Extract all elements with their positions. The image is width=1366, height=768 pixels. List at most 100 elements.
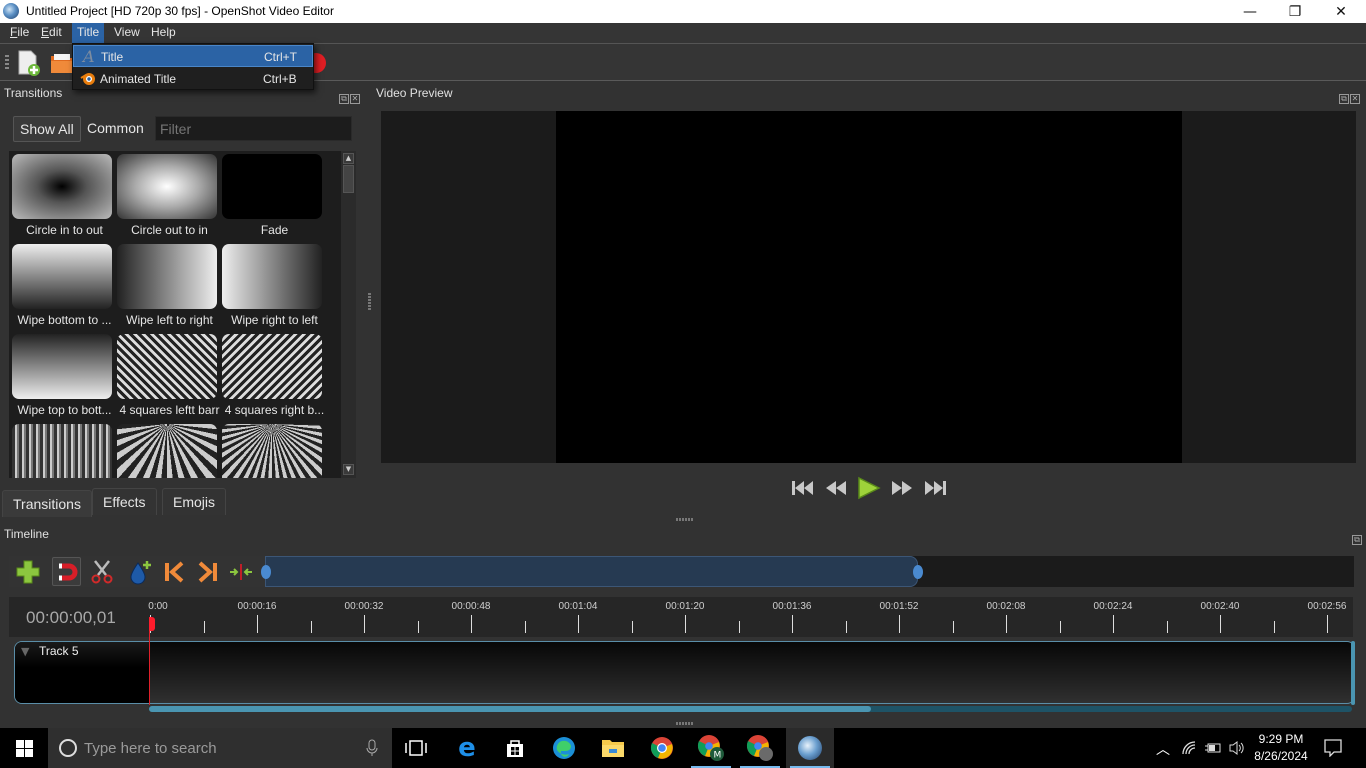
transition-item[interactable]: Circle out to in [117,154,219,237]
transition-item[interactable]: Circle in to out [12,154,114,237]
snap-magnet-icon [59,563,78,581]
minimize-button[interactable]: — [1227,0,1273,23]
snap-toggle-button[interactable] [52,557,81,586]
playhead-handle[interactable] [149,617,155,631]
zoom-range[interactable] [265,556,918,587]
tab-effects[interactable]: Effects [92,488,157,515]
center-playhead-icon[interactable] [228,559,254,585]
horizontal-splitter-handle[interactable] [676,518,694,521]
windows-start-icon[interactable] [16,740,33,757]
zoom-handle-left[interactable] [261,565,271,579]
openshot-icon[interactable] [786,728,834,768]
fast-forward-icon[interactable] [888,476,916,500]
next-marker-icon[interactable] [195,559,221,585]
ruler-label: 00:02:08 [986,601,1026,612]
jump-start-icon[interactable] [789,476,817,500]
play-icon[interactable] [855,476,883,500]
transition-item[interactable]: 4 squares leftt barr [117,334,220,417]
notifications-icon[interactable] [1324,739,1342,757]
ruler-minor-tick [1166,621,1168,633]
battery-icon[interactable] [1204,741,1222,755]
rewind-icon[interactable] [822,476,850,500]
menu-item-title[interactable]: A Title Ctrl+T [73,45,313,67]
transition-item[interactable]: Wipe bottom to ... [12,244,114,327]
vertical-splitter-handle[interactable] [368,293,371,311]
open-project-icon[interactable] [50,50,74,76]
add-marker-icon[interactable] [127,559,153,585]
float-icon[interactable]: ⧉ [1339,94,1349,104]
transition-label: Wipe right to left [231,313,318,327]
horizontal-splitter-handle-bottom[interactable] [676,722,694,725]
file-explorer-icon[interactable] [589,728,637,768]
edge-legacy-icon[interactable]: e [443,728,491,768]
transition-item[interactable] [117,424,219,478]
menu-edit[interactable]: Edit [36,23,67,43]
close-dock-icon[interactable]: ✕ [1350,94,1360,104]
ruler-major-tick [257,615,258,633]
video-dock-buttons: ⧉ ✕ [1339,86,1361,104]
transition-item[interactable]: Wipe right to left [222,244,324,327]
volume-icon[interactable] [1228,740,1246,756]
track[interactable]: ▼ Track 5 [14,641,1355,704]
filter-common-button[interactable]: Common [81,116,150,142]
tab-emojis[interactable]: Emojis [162,488,227,515]
scrollbar-thumb[interactable] [343,165,354,193]
task-view-icon[interactable] [392,728,440,768]
menu-item-animated-title[interactable]: Animated Title Ctrl+B [73,68,313,90]
clock[interactable]: 9:29 PM 8/26/2024 [1254,728,1308,768]
wifi-icon[interactable] [1182,741,1198,755]
menu-view[interactable]: View [109,23,145,43]
timeline-title: Timeline [4,527,49,541]
transition-item[interactable]: 4 squares right b... [222,334,324,417]
filter-input[interactable] [155,116,352,141]
transition-item[interactable] [12,424,114,478]
restore-button[interactable]: ❐ [1272,0,1318,23]
menu-file[interactable]: File [5,23,34,43]
menubar: File Edit Title View Help [0,23,1366,43]
track-header[interactable]: ▼ Track 5 [15,642,150,703]
ruler-minor-tick [1273,621,1275,633]
close-button[interactable]: ✕ [1318,0,1364,23]
transition-thumbnail [117,334,217,399]
transitions-scrollbar[interactable]: ▲ ▼ [341,151,356,478]
timeline-zoom-slider[interactable] [261,556,1354,587]
window-titlebar: Untitled Project [HD 720p 30 fps] - Open… [0,0,1366,23]
timeline-scroll-thumb[interactable] [149,706,871,712]
transition-item[interactable]: Wipe top to bott... [12,334,114,417]
cortana-icon [59,739,77,757]
taskbar-search-box[interactable]: Type here to search [48,728,392,768]
toolbar-grip[interactable] [5,55,9,71]
ruler-label: 00:00:32 [344,601,384,612]
chrome-icon[interactable] [638,728,686,768]
new-project-icon[interactable] [16,50,40,76]
edge-icon[interactable] [540,728,588,768]
tab-transitions[interactable]: Transitions [2,490,92,517]
timeline-horizontal-scrollbar[interactable] [149,706,1352,712]
scroll-down-icon[interactable]: ▼ [343,464,354,475]
microphone-icon[interactable] [366,739,378,757]
previous-marker-icon[interactable] [161,559,187,585]
float-icon[interactable]: ⧉ [339,94,349,104]
jump-end-icon[interactable] [921,476,949,500]
timeline-vertical-scrollbar[interactable] [1351,641,1355,705]
float-icon[interactable]: ⧉ [1352,535,1362,545]
chrome-profile-2-icon[interactable] [736,728,784,768]
zoom-handle-right[interactable] [913,565,923,579]
timeline-ruler[interactable]: 00:00:00,01 0:00 00:00:16 00:00:32 00:00:48… [9,597,1353,637]
add-track-icon[interactable] [15,559,41,585]
transition-thumbnail [222,334,322,399]
track-collapse-icon[interactable]: ▼ [21,645,29,658]
transition-thumbnail [222,244,322,309]
transition-item[interactable] [222,424,324,478]
menu-title[interactable]: Title [72,23,105,43]
chrome-profile-m-icon[interactable]: M [687,728,735,768]
scroll-up-icon[interactable]: ▲ [343,153,354,164]
close-dock-icon[interactable]: ✕ [350,94,360,104]
menu-item-title-shortcut: Ctrl+T [264,50,297,64]
store-icon[interactable] [491,728,539,768]
razor-icon[interactable] [89,559,115,585]
transition-item[interactable]: Fade [222,154,324,237]
transition-item[interactable]: Wipe left to right [117,244,219,327]
filter-show-all-button[interactable]: Show All [13,116,81,142]
menu-help[interactable]: Help [146,23,181,43]
